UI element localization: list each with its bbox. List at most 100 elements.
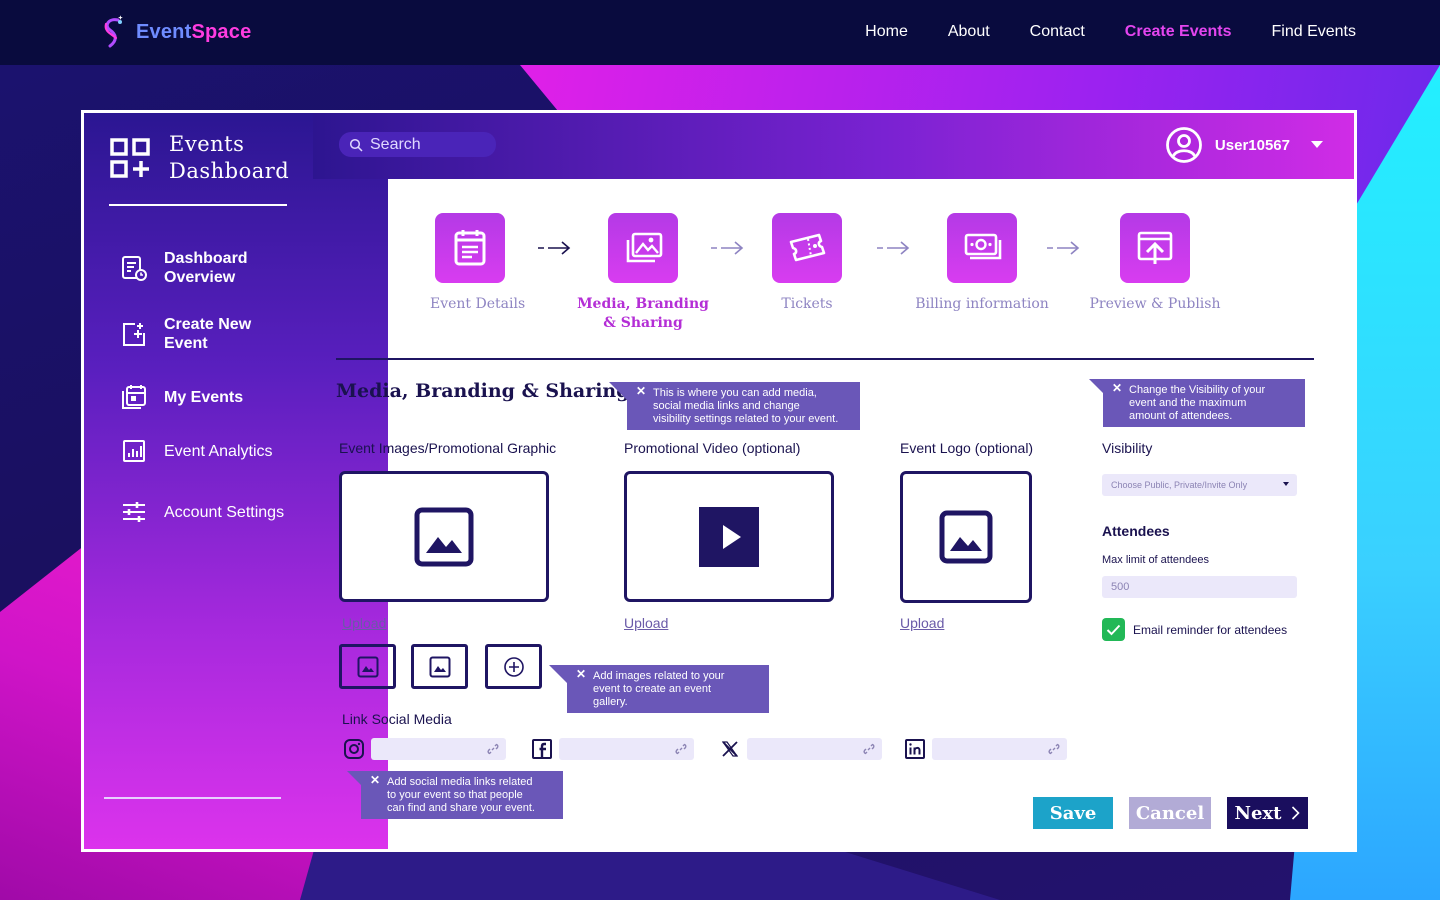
next-button[interactable]: Next (1227, 797, 1308, 829)
analytics-icon (123, 440, 145, 462)
chevron-right-icon (1292, 806, 1301, 820)
sidebar-item-create-new-event[interactable]: Create New Event (120, 315, 251, 353)
sidebar-item-label: Dashboard Overview (164, 250, 248, 286)
gallery-thumb-1[interactable] (339, 644, 396, 689)
step-tile (947, 213, 1017, 283)
email-reminder-checkbox[interactable]: Email reminder for attendees (1102, 618, 1287, 641)
sidebar-item-label: Event Analytics (164, 442, 273, 460)
link-icon (863, 743, 875, 755)
upload-logo-link[interactable]: Upload (900, 615, 944, 631)
event-images-label: Event Images/Promotional Graphic (339, 440, 557, 456)
instagram-link-input[interactable] (371, 738, 506, 760)
social-linkedin (904, 738, 1067, 760)
nav-about[interactable]: About (948, 23, 990, 41)
upload-images-link[interactable]: Upload (342, 615, 386, 631)
event-logo-label: Event Logo (optional) (900, 440, 1034, 456)
promo-video-dropzone[interactable] (624, 471, 834, 602)
close-icon[interactable]: ✕ (370, 774, 380, 787)
step-billing-information[interactable]: Billing information (908, 213, 1056, 314)
image-icon (414, 507, 474, 566)
step-arrow (711, 241, 744, 255)
upload-video-link[interactable]: Upload (624, 615, 668, 631)
sidebar-item-my-events[interactable]: My Events (120, 383, 243, 411)
avatar-icon (1166, 127, 1202, 163)
step-preview-publish[interactable]: Preview & Publish (1087, 213, 1223, 314)
nav-create-events[interactable]: Create Events (1125, 23, 1232, 41)
chevron-down-icon[interactable] (1310, 140, 1324, 150)
sidebar-title: Events Dashboard (169, 132, 290, 183)
nav-links: Home About Contact Create Events Find Ev… (825, 23, 1356, 41)
linkedin-link-input[interactable] (932, 738, 1067, 760)
nav-contact[interactable]: Contact (1030, 23, 1085, 41)
sidebar-item-event-analytics[interactable]: Event Analytics (120, 437, 273, 465)
brand-logo[interactable]: EventSpace (100, 14, 251, 50)
step-arrow (877, 241, 910, 255)
x-link-input[interactable] (747, 738, 882, 760)
gallery-thumb-2[interactable] (411, 644, 468, 689)
max-attendees-input[interactable]: 500 (1102, 576, 1297, 598)
sidebar-header: Events Dashboard (109, 131, 289, 185)
visibility-placeholder: Choose Public, Private/Invite Only (1111, 480, 1248, 490)
sidebar-item-dashboard-overview[interactable]: Dashboard Overview (120, 249, 248, 287)
eventspace-logo-icon (104, 15, 123, 48)
step-arrow (538, 241, 571, 255)
step-tile (772, 213, 842, 283)
step-label: Preview & Publish (1089, 296, 1221, 312)
play-video-icon (699, 506, 759, 567)
search-input[interactable]: Search (339, 132, 496, 157)
section-divider (336, 358, 1314, 360)
checkbox-checked[interactable] (1102, 618, 1125, 641)
nav-home[interactable]: Home (865, 23, 908, 41)
step-label: Event Details (430, 296, 526, 312)
form-icon (454, 230, 486, 266)
add-gallery-image-button[interactable] (485, 644, 542, 689)
nav-find-events[interactable]: Find Events (1272, 23, 1356, 41)
step-label: Tickets (781, 296, 833, 312)
step-tile (1120, 213, 1190, 283)
checkmark-icon (1106, 624, 1121, 635)
event-images-dropzone[interactable] (339, 471, 549, 602)
user-menu[interactable]: User10567 (1165, 126, 1324, 164)
sidebar-item-account-settings[interactable]: Account Settings (120, 498, 284, 526)
sliders-icon (123, 502, 145, 522)
tooltip-gallery-info: ✕ Add images related to your event to cre… (549, 665, 769, 713)
step-media-branding[interactable]: Media, Branding & Sharing (573, 213, 713, 333)
step-tickets[interactable]: Tickets (767, 213, 847, 314)
ticket-icon (789, 233, 826, 262)
social-media-label: Link Social Media (342, 711, 452, 727)
save-button[interactable]: Save (1033, 797, 1113, 829)
social-facebook (531, 738, 694, 760)
visibility-select[interactable]: Choose Public, Private/Invite Only (1102, 474, 1297, 496)
link-icon (1048, 743, 1060, 755)
image-icon (429, 656, 450, 677)
social-instagram (343, 738, 506, 760)
close-icon[interactable]: ✕ (576, 668, 586, 681)
link-icon (487, 743, 499, 755)
sidebar-item-label: Create New Event (164, 316, 252, 352)
content-header: Search User10567 (313, 113, 1354, 179)
step-event-details[interactable]: Event Details (430, 213, 526, 314)
cancel-button[interactable]: Cancel (1129, 797, 1211, 829)
top-nav: EventSpace Home About Contact Create Eve… (0, 0, 1440, 65)
social-x (719, 738, 882, 760)
sidebar-divider (109, 204, 287, 206)
caret-down-icon (1283, 482, 1289, 486)
visibility-label: Visibility (1102, 440, 1153, 456)
event-logo-dropzone[interactable] (900, 471, 1032, 603)
close-icon[interactable]: ✕ (636, 385, 646, 398)
image-icon (357, 656, 378, 677)
tooltip-section-info: ✕ This is where you can add media, social… (609, 382, 860, 430)
sidebar-bottom-divider (104, 797, 281, 799)
brand-name: EventSpace (136, 20, 252, 43)
promo-video-label: Promotional Video (optional) (624, 440, 801, 456)
step-label: Media, Branding & Sharing (577, 296, 709, 331)
max-attendees-label: Max limit of attendees (1102, 554, 1209, 566)
max-attendees-value: 500 (1111, 581, 1130, 593)
section-title: Media, Branding & Sharing (336, 380, 630, 402)
facebook-link-input[interactable] (559, 738, 694, 760)
close-icon[interactable]: ✕ (1112, 382, 1122, 395)
dashboard-frame: Events Dashboard Dashboard Overview Crea… (81, 110, 1357, 852)
facebook-icon (532, 739, 552, 759)
link-icon (675, 743, 687, 755)
gallery-icon (626, 232, 663, 263)
